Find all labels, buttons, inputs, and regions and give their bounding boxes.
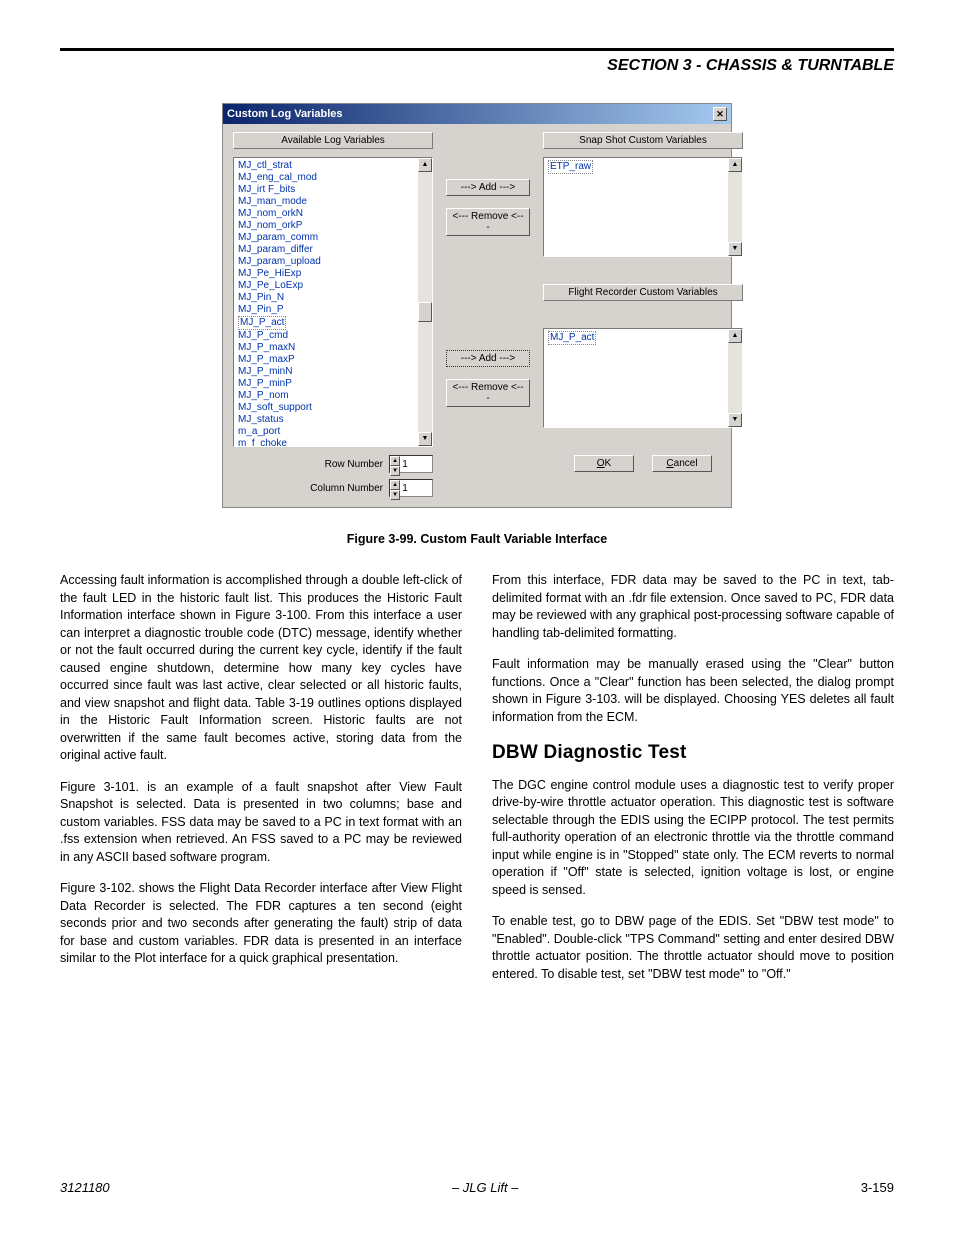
scroll-down-icon[interactable]: ▼ [728,242,742,256]
list-item[interactable]: MJ_irt F_bits [238,184,428,196]
body-paragraph: Fault information may be manually erased… [492,656,894,726]
list-item[interactable]: MJ_P_minN [238,366,428,378]
body-paragraph: Figure 3-101. is an example of a fault s… [60,779,462,867]
list-item[interactable]: MJ_P_minP [238,378,428,390]
chevron-down-icon[interactable]: ▼ [390,466,400,476]
dbw-heading: DBW Diagnostic Test [492,740,894,767]
body-paragraph: Accessing fault information is accomplis… [60,572,462,765]
list-item[interactable]: MJ_param_upload [238,256,428,268]
body-paragraph: From this interface, FDR data may be sav… [492,572,894,642]
figure-caption: Figure 3-99. Custom Fault Variable Inter… [60,532,894,546]
column-number-input[interactable] [400,480,432,496]
footer-left: 3121180 [60,1180,110,1195]
row-number-label: Row Number [325,459,383,470]
list-item[interactable]: MJ_P_act [238,316,428,330]
scroll-up-icon[interactable]: ▲ [728,158,742,172]
list-item[interactable]: MJ_Pe_HiExp [238,268,428,280]
list-item[interactable]: MJ_ctl_strat [238,160,428,172]
section-title: SECTION 3 - CHASSIS & TURNTABLE [60,57,894,75]
scroll-up-icon[interactable]: ▲ [728,329,742,343]
list-item[interactable]: MJ_man_mode [238,196,428,208]
cancel-button[interactable]: Cancel [652,455,712,472]
chevron-up-icon[interactable]: ▲ [390,480,400,490]
scroll-down-icon[interactable]: ▼ [728,413,742,427]
scroll-down-icon[interactable]: ▼ [418,432,432,446]
chevron-up-icon[interactable]: ▲ [390,456,400,466]
list-item[interactable]: MJ_P_maxP [238,354,428,366]
list-item[interactable]: MJ_eng_cal_mod [238,172,428,184]
list-item[interactable]: MJ_nom_orkN [238,208,428,220]
list-item[interactable]: MJ_status [238,414,428,426]
row-number-input[interactable] [400,456,432,472]
scroll-up-icon[interactable]: ▲ [418,158,432,172]
list-item[interactable]: m_a_port [238,426,428,438]
list-item[interactable]: MJ_Pe_LoExp [238,280,428,292]
add-snapshot-button[interactable]: ---> Add ---> [446,179,530,196]
scrollbar-track[interactable] [728,172,742,242]
remove-snapshot-button[interactable]: <--- Remove <--- [446,208,530,236]
chevron-down-icon[interactable]: ▼ [390,490,400,500]
body-paragraph: The DGC engine control module uses a dia… [492,777,894,900]
close-icon[interactable]: ✕ [713,107,727,121]
list-item[interactable]: m_f_choke [238,438,428,446]
dialog-title: Custom Log Variables [227,108,343,120]
column-number-stepper[interactable]: ▲▼ [389,479,433,497]
list-item[interactable]: MJ_param_differ [238,244,428,256]
column-number-label: Column Number [310,483,383,494]
snapshot-vars-label: Snap Shot Custom Variables [543,132,743,149]
snapshot-vars-listbox[interactable]: ETP_raw ▲ ▼ [543,157,743,257]
remove-flightrec-button[interactable]: <--- Remove <--- [446,379,530,407]
list-item[interactable]: MJ_P_nom [238,390,428,402]
header-rule [60,48,894,51]
list-item[interactable]: MJ_nom_orkP [238,220,428,232]
dialog-titlebar: Custom Log Variables ✕ [223,104,731,124]
list-item[interactable]: MJ_P_cmd [238,330,428,342]
scrollbar-thumb[interactable] [418,302,432,322]
flightrec-vars-label: Flight Recorder Custom Variables [543,284,743,301]
list-item[interactable]: MJ_Pin_P [238,304,428,316]
scrollbar-track[interactable] [728,343,742,413]
list-item[interactable]: MJ_P_act [548,331,738,345]
available-vars-label: Available Log Variables [233,132,433,149]
footer-center: – JLG Lift – [452,1180,518,1195]
add-flightrec-button[interactable]: ---> Add ---> [446,350,530,367]
footer-page-number: 3-159 [861,1180,894,1195]
available-vars-listbox[interactable]: MJ_ctl_stratMJ_eng_cal_modMJ_irt F_bitsM… [233,157,433,447]
list-item[interactable]: MJ_Pin_N [238,292,428,304]
body-paragraph: To enable test, go to DBW page of the ED… [492,913,894,983]
flightrec-vars-listbox[interactable]: MJ_P_act ▲ ▼ [543,328,743,428]
list-item[interactable]: ETP_raw [548,160,738,174]
custom-log-variables-dialog: Custom Log Variables ✕ Available Log Var… [222,103,732,508]
body-paragraph: Figure 3-102. shows the Flight Data Reco… [60,880,462,968]
list-item[interactable]: MJ_P_maxN [238,342,428,354]
list-item[interactable]: MJ_soft_support [238,402,428,414]
ok-button[interactable]: OK [574,455,634,472]
row-number-stepper[interactable]: ▲▼ [389,455,433,473]
list-item[interactable]: MJ_param_comm [238,232,428,244]
scrollbar-track[interactable] [418,172,432,432]
